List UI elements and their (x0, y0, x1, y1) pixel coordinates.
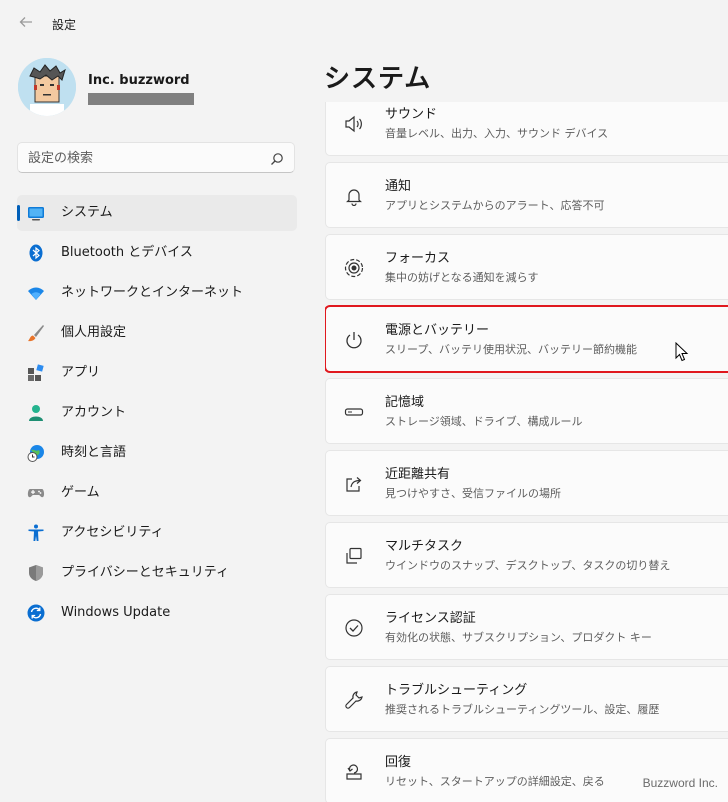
paintbrush-icon (27, 324, 45, 342)
redacted-email (88, 93, 194, 105)
card-recovery[interactable]: 回復 リセット、スタートアップの詳細設定、戻る (325, 738, 728, 802)
avatar[interactable] (18, 58, 76, 116)
page-title: システム (324, 64, 432, 94)
card-troubleshoot[interactable]: トラブルシューティング 推奨されるトラブルシューティングツール、設定、履歴 (325, 666, 728, 732)
speaker-icon (344, 114, 364, 134)
card-notifications[interactable]: 通知 アプリとシステムからのアラート、応答不可 (325, 162, 728, 228)
sidebar-item-network[interactable]: ネットワークとインターネット (17, 275, 297, 311)
sidebar: Inc. buzzword システム Bluetooth とデバイス ネットワー… (0, 48, 310, 800)
card-storage[interactable]: 記憶域 ストレージ領域、ドライブ、構成ルール (325, 378, 728, 444)
mouse-cursor-icon (675, 341, 689, 362)
accessibility-icon (27, 524, 45, 542)
card-title: 電源とバッテリー (385, 323, 490, 338)
sidebar-item-time-language[interactable]: 時刻と言語 (17, 435, 297, 471)
card-title: マルチタスク (385, 539, 464, 554)
sidebar-item-label: プライバシーとセキュリティ (61, 565, 229, 580)
apps-icon (27, 364, 45, 382)
card-subtitle: ストレージ領域、ドライブ、構成ルール (385, 415, 583, 428)
sidebar-item-label: ゲーム (61, 485, 100, 500)
card-subtitle: ウインドウのスナップ、デスクトップ、タスクの切り替え (385, 559, 671, 572)
sidebar-item-accessibility[interactable]: アクセシビリティ (17, 515, 297, 551)
shield-icon (27, 564, 45, 582)
card-subtitle: アプリとシステムからのアラート、応答不可 (385, 199, 605, 212)
card-activation[interactable]: ライセンス認証 有効化の状態、サブスクリプション、プロダクト キー (325, 594, 728, 660)
card-subtitle: 有効化の状態、サブスクリプション、プロダクト キー (385, 631, 652, 644)
card-title: 通知 (385, 179, 412, 194)
sidebar-item-label: Windows Update (61, 605, 171, 620)
sidebar-item-bluetooth[interactable]: Bluetooth とデバイス (17, 235, 297, 271)
check-circle-icon (344, 618, 364, 638)
multitask-icon (344, 546, 364, 566)
card-title: 回復 (385, 755, 412, 770)
sidebar-item-privacy[interactable]: プライバシーとセキュリティ (17, 555, 297, 591)
wrench-icon (344, 690, 364, 710)
title-bar: 設定 (0, 0, 728, 48)
selection-marker (17, 205, 20, 221)
sidebar-item-label: システム (61, 205, 113, 220)
card-focus[interactable]: フォーカス 集中の妨げとなる通知を減らす (325, 234, 728, 300)
sidebar-item-windows-update[interactable]: Windows Update (17, 595, 297, 631)
card-subtitle: 音量レベル、出力、入力、サウンド デバイス (385, 127, 609, 140)
search-icon[interactable] (270, 151, 284, 165)
sidebar-nav: システム Bluetooth とデバイス ネットワークとインターネット 個人用設… (17, 195, 297, 635)
sidebar-item-apps[interactable]: アプリ (17, 355, 297, 391)
share-icon (344, 474, 364, 494)
card-power-battery[interactable]: 電源とバッテリー スリープ、バッテリ使用状況、バッテリー節約機能 (325, 305, 728, 373)
sidebar-item-label: Bluetooth とデバイス (61, 245, 193, 260)
wifi-icon (27, 284, 45, 302)
settings-list: サウンド 音量レベル、出力、入力、サウンド デバイス 通知 アプリとシステムから… (325, 102, 728, 802)
card-title: トラブルシューティング (385, 683, 528, 698)
window-title: 設定 (52, 18, 77, 32)
card-title: 記憶域 (385, 395, 425, 410)
back-arrow-icon[interactable] (16, 14, 36, 34)
card-title: サウンド (385, 107, 438, 122)
account-icon (27, 404, 45, 422)
bell-icon (344, 186, 364, 207)
power-icon (344, 330, 364, 350)
sidebar-item-personalization[interactable]: 個人用設定 (17, 315, 297, 351)
card-nearby-sharing[interactable]: 近距離共有 見つけやすさ、受信ファイルの場所 (325, 450, 728, 516)
system-monitor-icon (27, 204, 45, 222)
sidebar-item-label: アプリ (61, 365, 101, 380)
card-title: ライセンス認証 (385, 611, 476, 626)
card-title: 近距離共有 (385, 467, 451, 482)
windows-update-icon (27, 604, 45, 622)
sidebar-item-label: 時刻と言語 (61, 445, 127, 460)
storage-icon (344, 402, 364, 422)
gamepad-icon (27, 484, 45, 502)
card-subtitle: 推奨されるトラブルシューティングツール、設定、履歴 (385, 703, 660, 716)
sidebar-item-label: 個人用設定 (61, 325, 127, 340)
bluetooth-icon (27, 244, 45, 262)
card-subtitle: リセット、スタートアップの詳細設定、戻る (385, 775, 605, 788)
search-box[interactable] (17, 142, 295, 173)
sidebar-item-label: アカウント (61, 405, 127, 420)
user-name: Inc. buzzword (88, 73, 190, 88)
card-subtitle: 見つけやすさ、受信ファイルの場所 (385, 487, 561, 500)
sidebar-item-accounts[interactable]: アカウント (17, 395, 297, 431)
card-title: フォーカス (385, 251, 451, 266)
card-sound[interactable]: サウンド 音量レベル、出力、入力、サウンド デバイス (325, 102, 728, 156)
globe-clock-icon (27, 444, 45, 462)
recovery-icon (344, 762, 364, 782)
sidebar-item-gaming[interactable]: ゲーム (17, 475, 297, 511)
card-multitasking[interactable]: マルチタスク ウインドウのスナップ、デスクトップ、タスクの切り替え (325, 522, 728, 588)
card-subtitle: 集中の妨げとなる通知を減らす (385, 271, 539, 284)
main-content: システム サウンド 音量レベル、出力、入力、サウンド デバイス 通知 アプリとシ… (310, 48, 728, 802)
watermark: Buzzword Inc. (642, 776, 718, 790)
sidebar-item-label: ネットワークとインターネット (61, 285, 244, 300)
focus-icon (344, 258, 364, 278)
search-input[interactable] (28, 148, 258, 168)
sidebar-item-label: アクセシビリティ (61, 525, 164, 540)
card-subtitle: スリープ、バッテリ使用状況、バッテリー節約機能 (385, 343, 638, 356)
sidebar-item-system[interactable]: システム (17, 195, 297, 231)
